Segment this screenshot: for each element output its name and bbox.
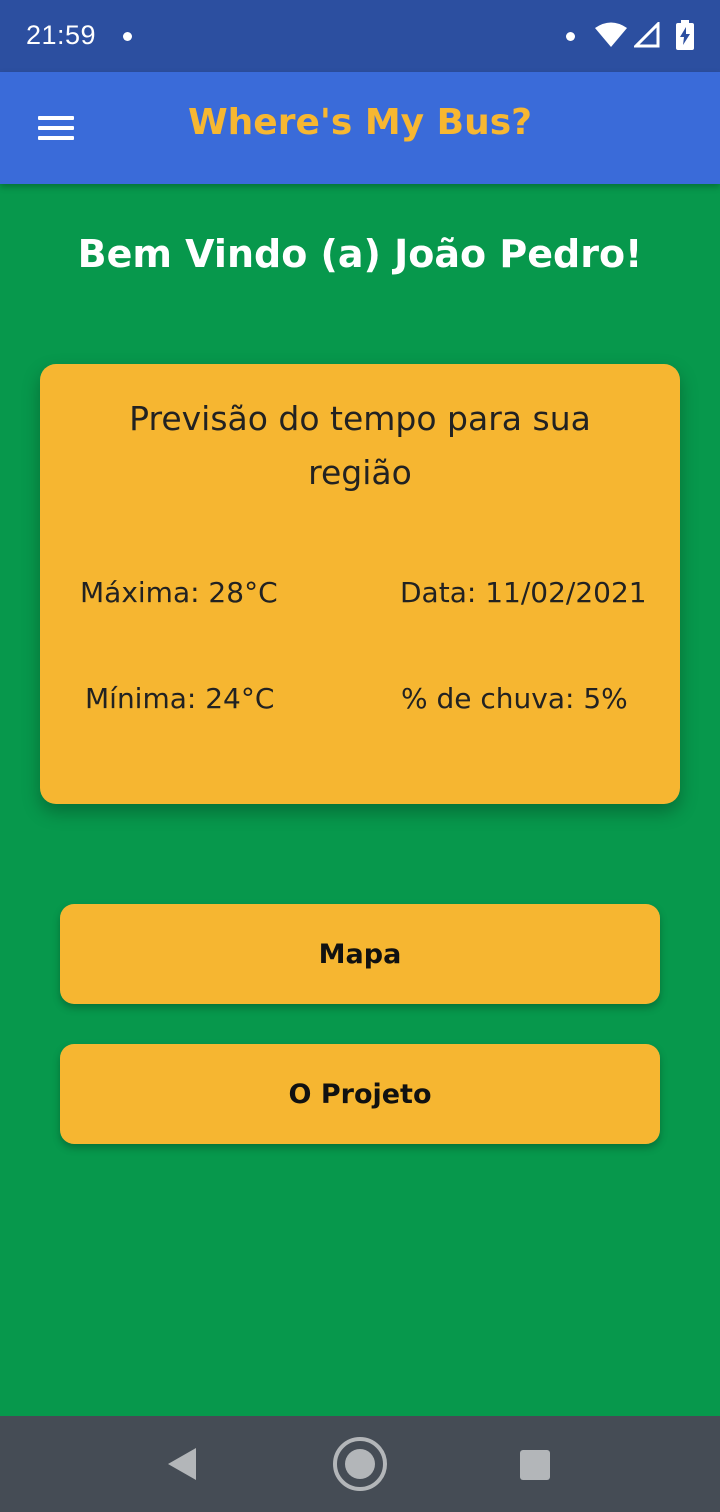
back-icon[interactable] [166,1446,198,1482]
signal-icon [634,22,660,48]
project-button[interactable]: O Projeto [60,1044,660,1144]
home-icon[interactable] [332,1436,388,1492]
status-bar: 21:59 [0,0,720,72]
rain-chance: % de chuva: 5% [401,682,628,715]
notification-dot-icon [566,32,575,41]
max-temperature: Máxima: 28°C [80,576,278,609]
app-bar: Where's My Bus? [0,72,720,184]
welcome-heading: Bem Vindo (a) João Pedro! [77,232,643,276]
forecast-date: Data: 11/02/2021 [400,576,647,609]
app-title: Where's My Bus? [187,102,533,143]
recents-icon[interactable] [520,1450,550,1480]
navigation-bar [0,1416,720,1512]
weather-card: Previsão do tempo para sua região Máxima… [40,364,680,804]
notification-dot-icon [123,32,132,41]
min-temperature: Mínima: 24°C [85,682,275,715]
weather-card-title: Previsão do tempo para sua região [129,399,591,492]
wifi-icon [595,22,627,47]
map-button[interactable]: Mapa [60,904,660,1004]
battery-charging-icon [676,20,694,50]
status-time: 21:59 [26,20,97,50]
